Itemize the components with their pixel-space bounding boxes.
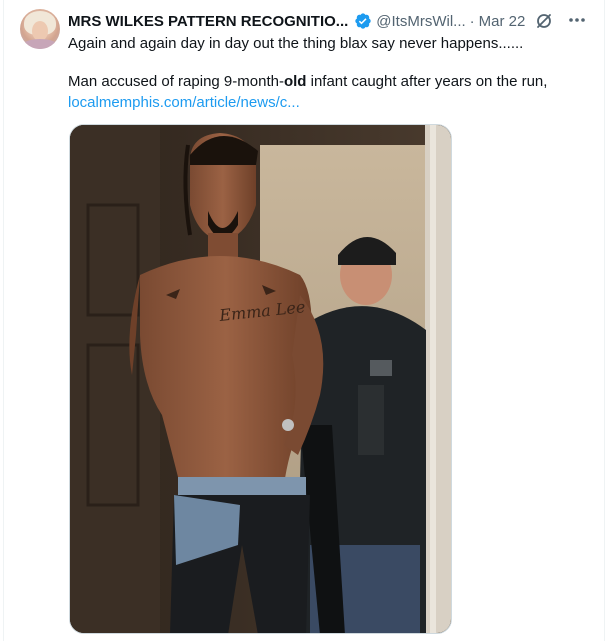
separator-dot: · [469,12,475,30]
tweet-media-photo[interactable]: Emma Lee [69,124,452,634]
user-handle[interactable]: @ItsMrsWil... [376,13,465,30]
tweet-text-bold: old [283,73,307,90]
tweet-date[interactable]: Mar 22 [479,13,526,30]
tweet-text-segment: Man accused of raping 9-month- [68,73,284,90]
tweet-link[interactable]: localmemphis.com/article/news/c... [68,93,300,113]
avatar[interactable] [20,9,60,49]
tweet-text-line2: Man accused of raping 9-month-old infant… [68,72,547,92]
verified-badge-icon [354,12,372,30]
tweet-text-line1: Again and again day in day out the thing… [68,35,524,52]
timeline-border-right [604,0,605,641]
timeline-border-left [3,0,4,641]
grok-icon[interactable] [535,12,553,30]
display-name[interactable]: MRS WILKES PATTERN RECOGNITIO... [68,13,348,30]
more-options-icon[interactable] [566,10,588,30]
avatar-shoulder [22,39,58,49]
tweet-text-segment: infant caught after years on the run, [306,73,548,90]
tweet-header: MRS WILKES PATTERN RECOGNITIO... @ItsMrs… [68,12,553,30]
avatar-face [32,21,48,41]
